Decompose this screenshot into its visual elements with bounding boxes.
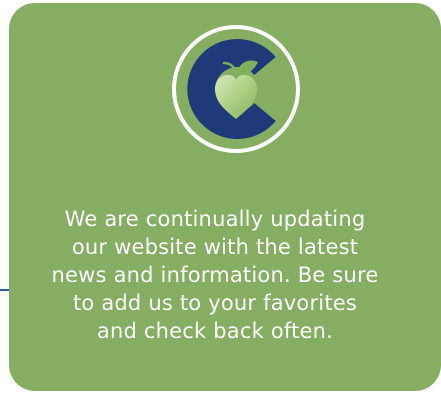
message-line: news and information. Be sure — [51, 263, 379, 287]
message-line: and check back often. — [96, 319, 334, 343]
c-with-apple-heart-logo-icon — [172, 25, 300, 153]
update-message: We are continually updating our website … — [9, 205, 421, 345]
message-line: We are continually updating — [64, 207, 366, 231]
info-card: We are continually updating our website … — [9, 3, 441, 391]
message-line: to add us to your favorites — [72, 291, 358, 315]
message-line: our website with the latest — [71, 235, 359, 259]
